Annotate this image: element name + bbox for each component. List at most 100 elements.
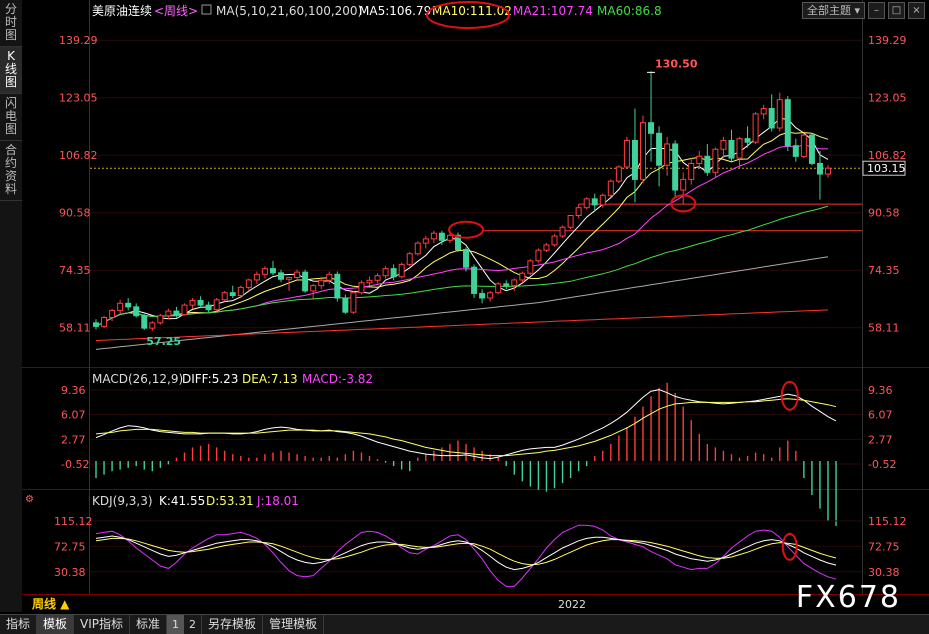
candle-body [109, 309, 116, 318]
candle [495, 282, 502, 295]
y-tick-left: 106.82 [59, 149, 98, 162]
candle-body [181, 304, 188, 316]
tab-time-sharing[interactable]: 分 时 图 [0, 0, 22, 47]
candle [615, 165, 622, 183]
chevron-down-icon: ▾ [854, 4, 860, 17]
candle-body [551, 235, 558, 246]
candle [213, 298, 220, 312]
chart-area[interactable]: 美原油连续 <周线> MA(5,10,21,60,100,200) MA5:10… [22, 0, 929, 612]
candle-body [760, 108, 767, 115]
ma-params: MA(5,10,21,60,100,200) [216, 4, 362, 18]
candle-body [736, 138, 743, 159]
candle [535, 248, 542, 263]
candle [583, 197, 590, 210]
candle-body [221, 292, 228, 301]
kdj-j-value: J:18.01 [256, 494, 299, 508]
tab-contract-info[interactable]: 合 约 资 料 [0, 141, 22, 201]
tab-kline[interactable]: K 线 图 [0, 47, 22, 94]
candle-body [607, 180, 614, 196]
candle-body [382, 268, 389, 277]
candle-body [543, 244, 550, 251]
candle-body [358, 282, 365, 294]
candle [334, 271, 341, 302]
candle-body [173, 310, 180, 316]
macd-dea-value: DEA:7.13 [242, 372, 298, 386]
tab-flash-chart[interactable]: 闪 电 图 [0, 94, 22, 141]
ma21-value: MA21:107.74 [513, 4, 593, 18]
candle [527, 259, 534, 275]
candle-body [286, 276, 293, 280]
candle-body [350, 292, 357, 313]
candle [543, 243, 550, 252]
kdj-y-tick-left: 30.38 [54, 566, 86, 579]
candle [567, 214, 574, 229]
candle [672, 140, 679, 198]
candle-body [728, 139, 735, 159]
candle-body [688, 162, 695, 180]
save-template-button[interactable]: 另存模板 [201, 615, 264, 634]
candle-body [680, 178, 687, 191]
candle-body [768, 108, 775, 129]
y-tick-left: 58.11 [59, 322, 91, 335]
candle-body [808, 134, 815, 164]
candle [157, 313, 164, 325]
manage-template-button[interactable]: 管理模板 [263, 615, 325, 634]
candle-body [157, 315, 164, 324]
candle-body [294, 271, 301, 278]
y-tick-right: 123.05 [868, 92, 907, 105]
candle-body [278, 272, 285, 280]
candle-body [744, 138, 751, 143]
macd-y-tick-left: 2.77 [61, 433, 86, 446]
candle-body [141, 315, 148, 329]
y-tick-left: 123.05 [59, 92, 98, 105]
candle-body [245, 279, 252, 288]
candle [623, 136, 630, 169]
candle-body [535, 249, 542, 262]
candle [398, 262, 405, 279]
kdj-settings-icon[interactable]: ⚙ [25, 494, 34, 505]
template-page-2[interactable]: 2 [184, 615, 201, 634]
candle-body [664, 143, 671, 166]
kdj-title: KDJ(9,3,3) [92, 494, 153, 508]
candle-body [93, 322, 99, 327]
minimize-icon[interactable]: – [868, 2, 885, 19]
period-selector[interactable]: 周线 ▲ [32, 596, 70, 611]
restore-icon[interactable]: □ [888, 2, 905, 19]
candle-body [495, 283, 502, 294]
candle [302, 269, 309, 293]
theme-dropdown[interactable]: 全部主题 ▾ [801, 2, 865, 19]
macd-value: MACD:-3.82 [302, 372, 373, 386]
candle-body [318, 279, 325, 287]
bottom-tab-standard[interactable]: 标准 [130, 615, 168, 634]
high-price-label: 130.50 [655, 57, 698, 70]
chart-svg[interactable]: 美原油连续 <周线> MA(5,10,21,60,100,200) MA5:10… [22, 0, 929, 612]
candle [471, 264, 478, 299]
current-price-label: 103.15 [867, 162, 906, 175]
candle-body [261, 268, 268, 275]
bottom-tab-vip-indicator[interactable]: VIP指标 [74, 615, 131, 634]
candle [237, 285, 244, 297]
bottom-tab-indicator[interactable]: 指标 [0, 615, 38, 634]
candle-body [623, 139, 630, 168]
candle-body [792, 145, 799, 157]
candle [752, 112, 759, 144]
bottom-tab-template[interactable]: 模板 [37, 615, 75, 634]
bottom-toolbar: 指标 模板 VIP指标 标准 1 2 另存模板 管理模板 [0, 614, 929, 634]
y-tick-right: 106.82 [868, 149, 907, 162]
candle-body [825, 167, 831, 175]
candle-body [631, 139, 638, 180]
side-tabs: 分 时 图 K 线 图 闪 电 图 合 约 资 料 [0, 0, 23, 612]
candle [141, 313, 148, 330]
candle-body [696, 155, 703, 164]
candle [221, 290, 228, 302]
close-icon[interactable]: × [908, 2, 925, 19]
candle-body [800, 134, 807, 157]
candle-body [205, 304, 212, 311]
candle-body [503, 283, 510, 287]
candle-body [591, 198, 598, 206]
candle-body [430, 232, 437, 240]
candle [101, 315, 108, 329]
template-page-1[interactable]: 1 [167, 615, 185, 634]
kdj-y-tick-right: 30.38 [868, 566, 900, 579]
candle-body [133, 306, 140, 317]
